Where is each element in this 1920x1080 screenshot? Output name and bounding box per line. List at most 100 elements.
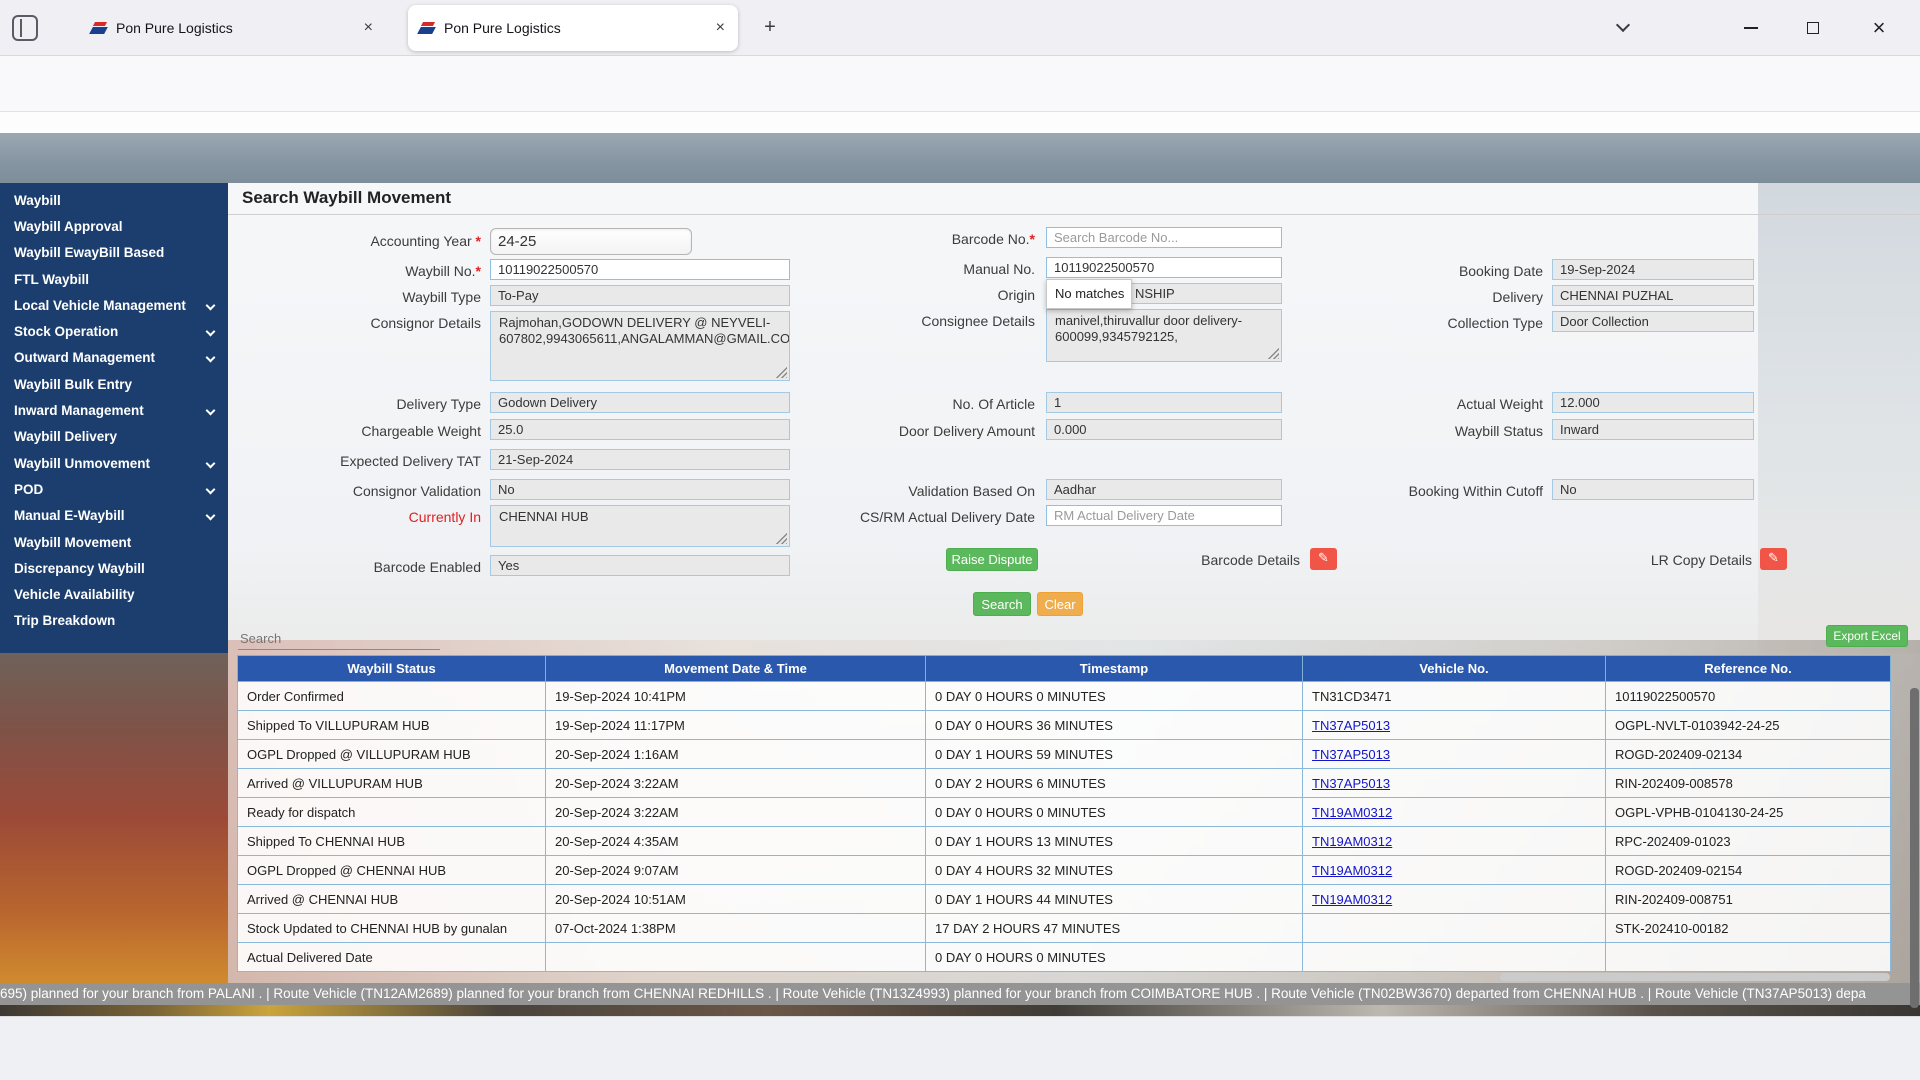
- waybill-no-label: Waybill No.*: [241, 261, 481, 281]
- sidebar-item[interactable]: Waybill: [0, 187, 228, 213]
- cell-status: Arrived @ CHENNAI HUB: [238, 885, 546, 914]
- cell-reference: RIN-202409-008751: [1606, 885, 1891, 914]
- results-filter-input[interactable]: [238, 628, 440, 650]
- validation-based-on-label: Validation Based On: [795, 481, 1035, 501]
- cell-status: Arrived @ VILLUPURAM HUB: [238, 769, 546, 798]
- new-tab-button[interactable]: +: [756, 14, 784, 42]
- manual-no-input[interactable]: 10119022500570: [1046, 257, 1282, 278]
- origin-label: Origin: [795, 285, 1035, 305]
- vehicle-no[interactable]: TN37AP5013: [1312, 747, 1390, 762]
- sidebar-item[interactable]: Waybill Delivery: [0, 424, 228, 450]
- col-reference-no[interactable]: Reference No.: [1606, 656, 1891, 682]
- col-timestamp[interactable]: Timestamp: [926, 656, 1303, 682]
- vehicle-no[interactable]: TN19AM0312: [1312, 805, 1392, 820]
- accounting-year-select[interactable]: 24-25: [490, 228, 692, 255]
- tab-title: Pon Pure Logistics: [444, 20, 705, 36]
- delivery-type-input: Godown Delivery: [490, 392, 790, 413]
- sidebar-item[interactable]: Trip Breakdown: [0, 608, 228, 634]
- background-photo-strip: [0, 1005, 1920, 1016]
- vehicle-no[interactable]: TN19AM0312: [1312, 863, 1392, 878]
- vehicle-no[interactable]: TN19AM0312: [1312, 834, 1392, 849]
- booking-within-cutoff-label: Booking Within Cutoff: [1303, 481, 1543, 501]
- cell-status: OGPL Dropped @ CHENNAI HUB: [238, 856, 546, 885]
- cell-vehicle: TN19AM0312: [1303, 856, 1606, 885]
- sidebar-item[interactable]: Vehicle Availability: [0, 581, 228, 607]
- currently-in-textarea[interactable]: CHENNAI HUB: [490, 505, 790, 547]
- booking-date-input: 19-Sep-2024: [1552, 259, 1754, 280]
- barcode-enabled-label: Barcode Enabled: [241, 557, 481, 577]
- sidebar-item[interactable]: POD: [0, 476, 228, 502]
- sidebar-item[interactable]: Manual E-Waybill: [0, 503, 228, 529]
- pencil-icon: ✎: [1768, 551, 1779, 566]
- list-tabs-chevron-icon[interactable]: [1616, 18, 1630, 32]
- search-button[interactable]: Search: [973, 592, 1031, 616]
- cell-timestamp: 0 DAY 4 HOURS 32 MINUTES: [926, 856, 1303, 885]
- cell-vehicle: [1303, 943, 1606, 972]
- sidebar-item[interactable]: Waybill Unmovement: [0, 450, 228, 476]
- chargeable-weight-label: Chargeable Weight: [241, 421, 481, 441]
- cell-reference: [1606, 943, 1891, 972]
- barcode-no-input[interactable]: Search Barcode No...: [1046, 227, 1282, 248]
- raise-dispute-button[interactable]: Raise Dispute: [946, 548, 1038, 571]
- consignee-details-textarea[interactable]: manivel,thiruvallur door delivery-600099…: [1046, 309, 1282, 362]
- cell-status: Stock Updated to CHENNAI HUB by gunalan: [238, 914, 546, 943]
- vertical-scrollbar-thumb[interactable]: [1910, 688, 1919, 1008]
- vehicle-no[interactable]: TN19AM0312: [1312, 892, 1392, 907]
- window-minimize-button[interactable]: [1722, 0, 1780, 55]
- cell-timestamp: 17 DAY 2 HOURS 47 MINUTES: [926, 914, 1303, 943]
- barcode-details-edit-button[interactable]: ✎: [1310, 548, 1337, 570]
- sidebar-item[interactable]: Waybill Movement: [0, 529, 228, 555]
- cell-vehicle: TN37AP5013: [1303, 769, 1606, 798]
- table-row: Order Confirmed 19-Sep-2024 10:41PM 0 DA…: [238, 682, 1891, 711]
- sidebar-item[interactable]: FTL Waybill: [0, 266, 228, 292]
- cell-datetime: 20-Sep-2024 3:22AM: [546, 769, 926, 798]
- waybill-type-input: To-Pay: [490, 285, 790, 306]
- page-title: Search Waybill Movement: [242, 188, 451, 208]
- currently-in-label: Currently In: [241, 507, 481, 527]
- vehicle-no[interactable]: TN37AP5013: [1312, 776, 1390, 791]
- sidebar-item[interactable]: Inward Management: [0, 397, 228, 423]
- booking-date-label: Booking Date: [1303, 261, 1543, 281]
- consignor-details-textarea[interactable]: Rajmohan,GODOWN DELIVERY @ NEYVELI-60780…: [490, 311, 790, 381]
- col-waybill-status[interactable]: Waybill Status: [238, 656, 546, 682]
- lr-copy-details-edit-button[interactable]: ✎: [1760, 548, 1787, 570]
- col-vehicle-no[interactable]: Vehicle No.: [1303, 656, 1606, 682]
- pencil-icon: ✎: [1318, 551, 1329, 566]
- firefox-view-icon[interactable]: [12, 15, 38, 41]
- consignor-validation-label: Consignor Validation: [241, 481, 481, 501]
- window-close-button[interactable]: ×: [1850, 0, 1908, 55]
- window-maximize-button[interactable]: [1784, 0, 1842, 55]
- sidebar-item[interactable]: Waybill EwayBill Based: [0, 240, 228, 266]
- export-excel-button[interactable]: Export Excel: [1826, 625, 1908, 647]
- delivery-type-label: Delivery Type: [241, 394, 481, 414]
- delivery-input: CHENNAI PUZHAL: [1552, 285, 1754, 306]
- screen: Pon Pure Logistics × Pon Pure Logistics …: [0, 0, 1920, 1080]
- cell-datetime: 19-Sep-2024 11:17PM: [546, 711, 926, 740]
- sidebar-item[interactable]: Local Vehicle Management: [0, 292, 228, 318]
- sidebar-item[interactable]: Waybill Bulk Entry: [0, 371, 228, 397]
- sidebar-item[interactable]: Stock Operation: [0, 318, 228, 344]
- door-delivery-amount-label: Door Delivery Amount: [795, 421, 1035, 441]
- collection-type-label: Collection Type: [1303, 313, 1543, 333]
- table-row: OGPL Dropped @ VILLUPURAM HUB 20-Sep-202…: [238, 740, 1891, 769]
- tab-close-icon[interactable]: ×: [713, 19, 728, 37]
- clear-button[interactable]: Clear: [1037, 592, 1083, 616]
- tab-close-icon[interactable]: ×: [361, 19, 376, 37]
- consignee-details-label: Consignee Details: [795, 311, 1035, 331]
- cs-rm-actual-delivery-date-input[interactable]: RM Actual Delivery Date: [1046, 505, 1282, 526]
- cell-datetime: 20-Sep-2024 9:07AM: [546, 856, 926, 885]
- vehicle-no[interactable]: TN31CD3471: [1312, 689, 1392, 704]
- waybill-no-input[interactable]: 10119022500570: [490, 259, 790, 280]
- horizontal-scrollbar-thumb[interactable]: [1500, 973, 1890, 981]
- sidebar-item[interactable]: Waybill Approval: [0, 213, 228, 239]
- browser-tab-2-active[interactable]: Pon Pure Logistics ×: [408, 5, 738, 51]
- table-row: OGPL Dropped @ CHENNAI HUB 20-Sep-2024 9…: [238, 856, 1891, 885]
- browser-tab-1[interactable]: Pon Pure Logistics ×: [80, 7, 386, 49]
- cell-datetime: [546, 943, 926, 972]
- barcode-details-label: Barcode Details: [1100, 550, 1300, 570]
- vehicle-no[interactable]: TN37AP5013: [1312, 718, 1390, 733]
- col-movement-datetime[interactable]: Movement Date & Time: [546, 656, 926, 682]
- sidebar-item[interactable]: Discrepancy Waybill: [0, 555, 228, 581]
- actual-weight-input: 12.000: [1552, 392, 1754, 413]
- sidebar-item[interactable]: Outward Management: [0, 345, 228, 371]
